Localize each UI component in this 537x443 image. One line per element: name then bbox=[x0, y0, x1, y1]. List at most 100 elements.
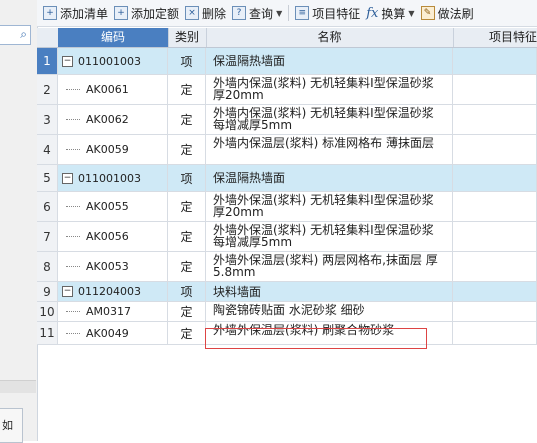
row-index[interactable]: 5 bbox=[37, 165, 58, 191]
quota-grid: 编码 类别 名称 项目特征 1−011001003 项保温隔热墙面 2 AK0061 定… bbox=[37, 28, 537, 345]
code-cell[interactable]: AK0062 bbox=[58, 105, 168, 134]
code-text: AK0059 bbox=[86, 143, 129, 156]
type-cell[interactable]: 定 bbox=[168, 75, 206, 104]
tree-connector bbox=[66, 311, 80, 312]
row-index[interactable]: 8 bbox=[37, 252, 58, 281]
feature-cell[interactable] bbox=[453, 48, 537, 74]
header-feature[interactable]: 项目特征 bbox=[453, 28, 537, 47]
row-index[interactable]: 2 bbox=[37, 75, 58, 104]
method-brush-button[interactable]: ✎ 做法刷 bbox=[420, 5, 474, 22]
query-label: 查询 bbox=[249, 6, 274, 21]
row-index[interactable]: 1 bbox=[37, 48, 58, 74]
feature-cell[interactable] bbox=[453, 135, 537, 164]
row-index[interactable]: 7 bbox=[37, 222, 58, 251]
quota-row[interactable]: 3 AK0062 定外墙内保温(浆料) 无机轻集料I型保温砂浆 每增减厚5mm bbox=[37, 105, 537, 135]
header-type[interactable]: 类别 bbox=[168, 28, 207, 47]
code-cell[interactable]: AK0049 bbox=[58, 322, 168, 344]
tree-connector bbox=[66, 89, 80, 90]
name-cell[interactable]: 外墙内保温(浆料) 无机轻集料I型保温砂浆 每增减厚5mm bbox=[206, 105, 453, 134]
name-cell[interactable]: 外墙外保温层(浆料) 两层网格布,抹面层 厚5.8mm bbox=[206, 252, 453, 281]
search-input[interactable]: ⌕ bbox=[0, 25, 31, 45]
collapse-icon[interactable]: − bbox=[62, 286, 73, 297]
list-row[interactable]: 5−011001003 项保温隔热墙面 bbox=[37, 165, 537, 192]
name-cell[interactable]: 外墙内保温层(浆料) 标准网格布 薄抹面层 bbox=[206, 135, 453, 164]
feature-cell[interactable] bbox=[453, 282, 537, 301]
convert-button[interactable]: fx 换算 ▼ bbox=[366, 5, 414, 22]
header-code[interactable]: 编码 bbox=[58, 28, 169, 47]
left-panel-scrollbar[interactable] bbox=[0, 380, 36, 393]
row-index[interactable]: 6 bbox=[37, 192, 58, 221]
code-cell[interactable]: AK0059 bbox=[58, 135, 168, 164]
quota-row[interactable]: 10 AM0317 定陶瓷锦砖贴面 水泥砂浆 细砂 bbox=[37, 302, 537, 322]
name-cell[interactable]: 外墙外保温(浆料) 无机轻集料I型保温砂浆 厚20mm bbox=[206, 192, 453, 221]
name-cell[interactable]: 陶瓷锦砖贴面 水泥砂浆 细砂 bbox=[206, 302, 453, 321]
tree-connector bbox=[66, 149, 80, 150]
row-index[interactable]: 9 bbox=[37, 282, 58, 301]
type-cell[interactable]: 定 bbox=[168, 222, 206, 251]
type-cell[interactable]: 定 bbox=[168, 322, 206, 344]
type-cell[interactable]: 定 bbox=[168, 105, 206, 134]
type-cell[interactable]: 定 bbox=[168, 252, 206, 281]
feature-cell[interactable] bbox=[453, 302, 537, 321]
list-row[interactable]: 9−011204003 项块料墙面 bbox=[37, 282, 537, 302]
grid-header: 编码 类别 名称 项目特征 bbox=[37, 28, 537, 48]
search-icon[interactable]: ⌕ bbox=[20, 27, 27, 42]
query-dropdown-icon[interactable]: ▼ bbox=[276, 9, 282, 18]
quota-row[interactable]: 8 AK0053 定外墙外保温层(浆料) 两层网格布,抹面层 厚5.8mm bbox=[37, 252, 537, 282]
row-index[interactable]: 4 bbox=[37, 135, 58, 164]
name-cell[interactable]: 块料墙面 bbox=[206, 282, 453, 301]
left-panel-bottom-tab[interactable]: 如 bbox=[0, 408, 23, 443]
feature-cell[interactable] bbox=[453, 252, 537, 281]
code-text: AK0062 bbox=[86, 113, 129, 126]
collapse-icon[interactable]: − bbox=[62, 55, 73, 67]
list-row[interactable]: 1−011001003 项保温隔热墙面 bbox=[37, 48, 537, 75]
collapse-icon[interactable]: − bbox=[62, 172, 73, 184]
delete-button[interactable]: × 删除 bbox=[185, 5, 226, 22]
name-cell[interactable]: 外墙外保温(浆料) 无机轻集料I型保温砂浆 每增减厚5mm bbox=[206, 222, 453, 251]
code-cell[interactable]: −011001003 bbox=[58, 165, 168, 191]
feature-cell[interactable] bbox=[453, 222, 537, 251]
grid-body: 1−011001003 项保温隔热墙面 2 AK0061 定外墙内保温(浆料) 无机轻集… bbox=[37, 48, 537, 345]
type-cell[interactable]: 定 bbox=[168, 135, 206, 164]
add-list-button[interactable]: + 添加清单 bbox=[43, 5, 108, 22]
name-cell[interactable]: 保温隔热墙面 bbox=[206, 165, 453, 191]
code-cell[interactable]: −011001003 bbox=[58, 48, 168, 74]
feature-cell[interactable] bbox=[453, 192, 537, 221]
feature-cell[interactable] bbox=[453, 322, 537, 344]
type-cell[interactable]: 定 bbox=[168, 302, 206, 321]
item-feature-button[interactable]: ≡ 项目特征 bbox=[295, 5, 360, 22]
add-list-icon: + bbox=[43, 6, 57, 20]
code-cell[interactable]: AM0317 bbox=[58, 302, 168, 321]
feature-cell[interactable] bbox=[453, 75, 537, 104]
add-quota-button[interactable]: + 添加定额 bbox=[114, 5, 179, 22]
quota-row[interactable]: 4 AK0059 定外墙内保温层(浆料) 标准网格布 薄抹面层 bbox=[37, 135, 537, 165]
type-cell[interactable]: 定 bbox=[168, 192, 206, 221]
add-quota-icon: + bbox=[114, 6, 129, 20]
tree-connector bbox=[66, 119, 80, 120]
code-cell[interactable]: AK0056 bbox=[58, 222, 168, 251]
row-index[interactable]: 3 bbox=[37, 105, 58, 134]
code-cell[interactable]: AK0055 bbox=[58, 192, 168, 221]
type-cell[interactable]: 项 bbox=[168, 48, 206, 74]
name-cell[interactable]: 外墙内保温(浆料) 无机轻集料I型保温砂浆 厚20mm bbox=[206, 75, 453, 104]
convert-dropdown-icon[interactable]: ▼ bbox=[408, 9, 414, 18]
header-name[interactable]: 名称 bbox=[206, 28, 454, 47]
code-cell[interactable]: AK0061 bbox=[58, 75, 168, 104]
code-cell[interactable]: −011204003 bbox=[58, 282, 168, 301]
feature-cell[interactable] bbox=[453, 105, 537, 134]
row-index[interactable]: 11 bbox=[37, 322, 58, 344]
name-cell[interactable]: 保温隔热墙面 bbox=[206, 48, 453, 74]
quota-row[interactable]: 2 AK0061 定外墙内保温(浆料) 无机轻集料I型保温砂浆 厚20mm bbox=[37, 75, 537, 105]
feature-cell[interactable] bbox=[453, 165, 537, 191]
code-cell[interactable]: AK0053 bbox=[58, 252, 168, 281]
header-index bbox=[37, 28, 59, 47]
tree-connector bbox=[66, 332, 80, 334]
row-index[interactable]: 10 bbox=[37, 302, 58, 321]
type-cell[interactable]: 项 bbox=[168, 282, 206, 301]
highlight-annotation bbox=[205, 328, 427, 349]
query-button[interactable]: ? 查询 ▼ bbox=[232, 5, 282, 22]
quota-row[interactable]: 7 AK0056 定外墙外保温(浆料) 无机轻集料I型保温砂浆 每增减厚5mm bbox=[37, 222, 537, 252]
type-cell[interactable]: 项 bbox=[168, 165, 206, 191]
quota-row[interactable]: 6 AK0055 定外墙外保温(浆料) 无机轻集料I型保温砂浆 厚20mm bbox=[37, 192, 537, 222]
item-feature-icon: ≡ bbox=[295, 6, 310, 20]
